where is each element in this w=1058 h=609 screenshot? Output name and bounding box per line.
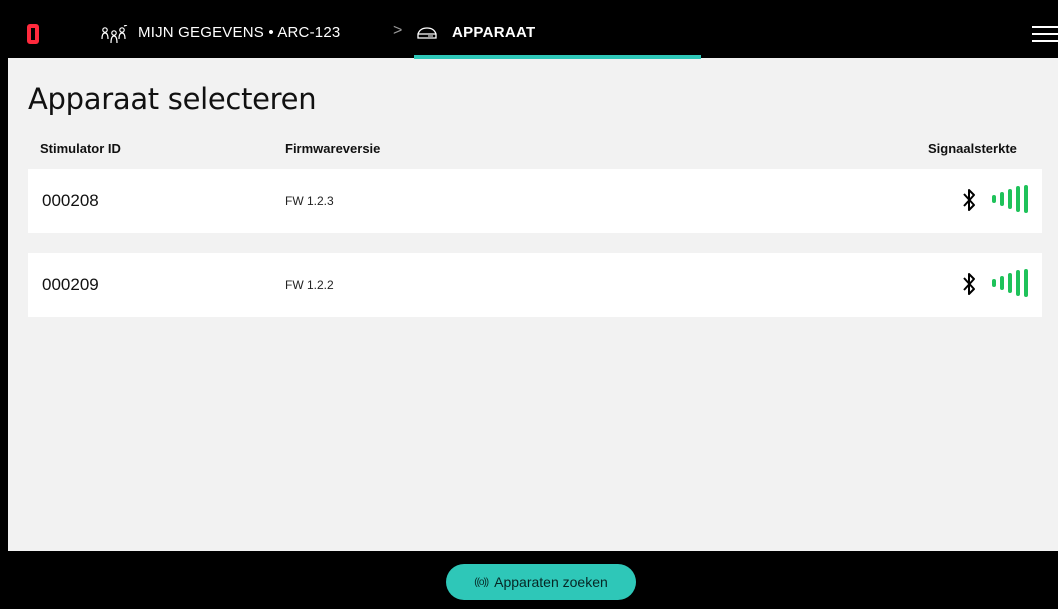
device-row[interactable]: 000208 FW 1.2.3 [28,169,1042,233]
stimulator-device-icon [417,27,437,39]
broadcast-icon: ((o)) [474,576,489,588]
users-icon[interactable] [100,25,128,45]
search-devices-label: Apparaten zoeken [494,574,608,590]
bluetooth-icon [963,189,975,211]
firmware-version: FW 1.2.3 [285,194,334,208]
search-devices-button[interactable]: ((o)) Apparaten zoeken [446,564,636,600]
signal-strength-icon [992,185,1028,213]
bluetooth-icon [963,273,975,295]
column-header-firmware: Firmwareversie [285,141,381,156]
column-header-signal: Signaalsterkte [928,141,1017,156]
breadcrumb-patient[interactable]: MIJN GEGEVENS • ARC-123 [138,24,340,41]
column-header-stimulator-id: Stimulator ID [40,141,121,156]
footer-bar: ((o)) Apparaten zoeken [8,551,1058,609]
firmware-version: FW 1.2.2 [285,278,334,292]
tab-apparaat[interactable]: APPARAAT [452,24,536,41]
logo-icon [27,24,39,44]
signal-strength-icon [992,269,1028,297]
active-tab-indicator [414,55,701,59]
app-frame: MIJN GEGEVENS • ARC-123 > APPARAAT Appar… [8,8,1058,609]
hamburger-menu-icon[interactable] [1032,26,1058,47]
device-row[interactable]: 000209 FW 1.2.2 [28,253,1042,317]
chevron-right-icon: > [393,22,403,39]
page-title: Apparaat selecteren [28,82,317,116]
stimulator-id: 000208 [42,191,99,210]
stimulator-id: 000209 [42,275,99,294]
top-bar: MIJN GEGEVENS • ARC-123 > APPARAAT [8,8,1058,59]
